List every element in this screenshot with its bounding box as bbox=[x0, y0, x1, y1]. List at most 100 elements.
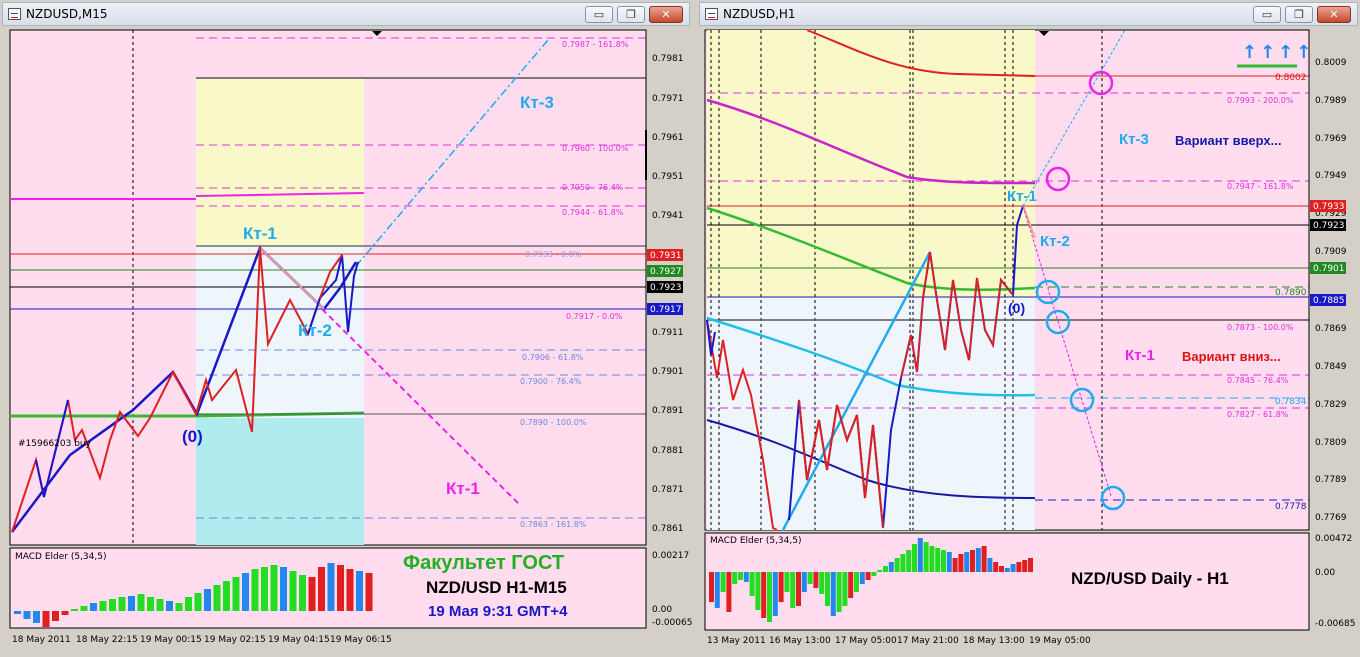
macd-bar bbox=[52, 611, 59, 621]
macd-bar bbox=[242, 573, 249, 611]
close-button[interactable]: ✕ bbox=[1317, 6, 1351, 23]
time-label: 17 May 05:00 bbox=[835, 636, 897, 646]
maximize-button[interactable]: ❐ bbox=[1285, 6, 1313, 23]
macd-bar bbox=[1004, 568, 1010, 572]
macd-bar bbox=[308, 577, 316, 611]
label-kt3: Кт-3 bbox=[520, 93, 554, 112]
macd-bar bbox=[987, 558, 993, 572]
macd-bar bbox=[99, 601, 107, 611]
price-tag: 0.7933 bbox=[1313, 202, 1345, 212]
macd-bar bbox=[23, 611, 31, 619]
label-variant-up: Вариант вверх... bbox=[1175, 133, 1282, 148]
label-variant-down: Вариант вниз... bbox=[1182, 349, 1281, 364]
macd-bar bbox=[900, 554, 906, 572]
macd-bar bbox=[923, 542, 929, 572]
time-label: 18 May 2011 bbox=[12, 635, 71, 645]
price-label: 0.7941 bbox=[652, 211, 684, 221]
chart-window-m15: 0.00217 0.00 -0.00065 0.7981 0.7971 0.7961 0.… bbox=[0, 0, 692, 657]
macd-bar bbox=[337, 565, 344, 611]
time-label: 16 May 13:00 bbox=[769, 636, 831, 646]
window-titlebar[interactable]: NZDUSD,M15 ▭ ❐ ✕ bbox=[2, 2, 690, 26]
macd-bar bbox=[970, 550, 975, 572]
window-title: NZDUSD,H1 bbox=[723, 7, 796, 21]
macd-label: MACD Elder (5,34,5) bbox=[15, 552, 107, 562]
price-label: 0.7989 bbox=[1315, 96, 1347, 106]
macd-bar bbox=[917, 538, 923, 572]
macd-bar bbox=[175, 603, 183, 611]
chart-window-h1: 0.00472 0.00 -0.00685 0.8009 0.7989 0.7969 0.… bbox=[697, 0, 1360, 657]
macd-bar bbox=[356, 571, 363, 611]
time-label: 19 May 06:15 bbox=[330, 635, 392, 645]
time-label: 19 May 05:00 bbox=[1029, 636, 1091, 646]
macd-bar bbox=[289, 571, 297, 611]
macd-bar bbox=[865, 572, 871, 580]
macd-bar bbox=[204, 589, 211, 611]
time-label: 18 May 22:15 bbox=[76, 635, 138, 645]
chart-h1: 0.00472 0.00 -0.00685 0.8009 0.7989 0.7969 0.… bbox=[697, 0, 1360, 657]
macd-bar bbox=[270, 565, 278, 611]
fib-label: 0.7845 - 76.4% bbox=[1227, 376, 1289, 385]
macd-bar bbox=[825, 572, 830, 606]
macd-bar bbox=[906, 550, 912, 572]
price-tag: 0.7778 bbox=[1275, 502, 1307, 512]
macd-bar bbox=[232, 577, 240, 611]
label-kt3: Кт-3 bbox=[1119, 131, 1149, 148]
macd-bar bbox=[223, 581, 230, 611]
macd-bar bbox=[261, 567, 268, 611]
price-label: 0.7961 bbox=[652, 133, 684, 143]
label-zero: (0) bbox=[182, 427, 203, 446]
price-label: 0.7971 bbox=[652, 94, 684, 104]
macd-bar bbox=[958, 554, 964, 572]
macd-bar bbox=[327, 563, 335, 611]
minimize-button[interactable]: ▭ bbox=[585, 6, 613, 23]
price-label: 0.7869 bbox=[1315, 324, 1347, 334]
close-button[interactable]: ✕ bbox=[649, 6, 683, 23]
window-titlebar[interactable]: NZDUSD,H1 ▭ ❐ ✕ bbox=[699, 2, 1358, 26]
macd-bar bbox=[859, 572, 865, 584]
label-kt1-target: Кт-1 bbox=[446, 479, 480, 498]
macd-bar bbox=[807, 572, 813, 584]
time-label: 13 May 2011 bbox=[707, 636, 766, 646]
macd-bar bbox=[912, 544, 917, 572]
macd-bar bbox=[732, 572, 738, 584]
macd-bar bbox=[813, 572, 819, 588]
macd-bar bbox=[778, 572, 784, 602]
fib-label: 0.7947 - 161.8% bbox=[1227, 182, 1294, 191]
macd-bar bbox=[251, 569, 259, 611]
time-axis: 13 May 2011 16 May 13:00 17 May 05:00 17 Ma… bbox=[707, 636, 1091, 646]
chart-icon bbox=[705, 8, 718, 20]
macd-bar bbox=[709, 572, 714, 602]
label-kt2: Кт-2 bbox=[1040, 233, 1070, 250]
macd-bar bbox=[772, 572, 778, 616]
price-label: 0.7809 bbox=[1315, 438, 1347, 448]
macd-bar bbox=[842, 572, 848, 606]
window-title: NZDUSD,M15 bbox=[26, 7, 108, 21]
macd-bar bbox=[147, 597, 154, 611]
macd-bar bbox=[1022, 560, 1028, 572]
price-tag: 0.7927 bbox=[650, 267, 682, 277]
price-label: 0.7881 bbox=[652, 446, 684, 456]
minimize-button[interactable]: ▭ bbox=[1253, 6, 1281, 23]
price-tag: 0.7901 bbox=[1313, 264, 1345, 274]
macd-bar bbox=[993, 562, 999, 572]
price-label: 0.7981 bbox=[652, 54, 684, 64]
macd-bar bbox=[156, 599, 164, 611]
macd-bar bbox=[877, 570, 883, 572]
maximize-button[interactable]: ❐ bbox=[617, 6, 645, 23]
macd-bar bbox=[118, 597, 126, 611]
fib-label: 0.7827 - 61.8% bbox=[1227, 410, 1289, 419]
macd-bar bbox=[854, 572, 859, 592]
price-label: 0.7871 bbox=[652, 485, 684, 495]
overlay-pair: NZD/USD Daily - H1 bbox=[1071, 569, 1229, 588]
macd-bar bbox=[80, 606, 88, 611]
macd-bar bbox=[819, 572, 825, 594]
price-label: 0.7789 bbox=[1315, 475, 1347, 485]
macd-bar bbox=[935, 548, 941, 572]
macd-bar bbox=[743, 572, 749, 582]
macd-bar bbox=[883, 566, 888, 572]
macd-bar bbox=[738, 572, 743, 580]
price-tag: 0.8002 bbox=[1275, 73, 1307, 83]
macd-bar bbox=[109, 599, 116, 611]
macd-bar bbox=[137, 594, 145, 611]
fib-label: 0.7863 - 161.8% bbox=[520, 520, 587, 529]
